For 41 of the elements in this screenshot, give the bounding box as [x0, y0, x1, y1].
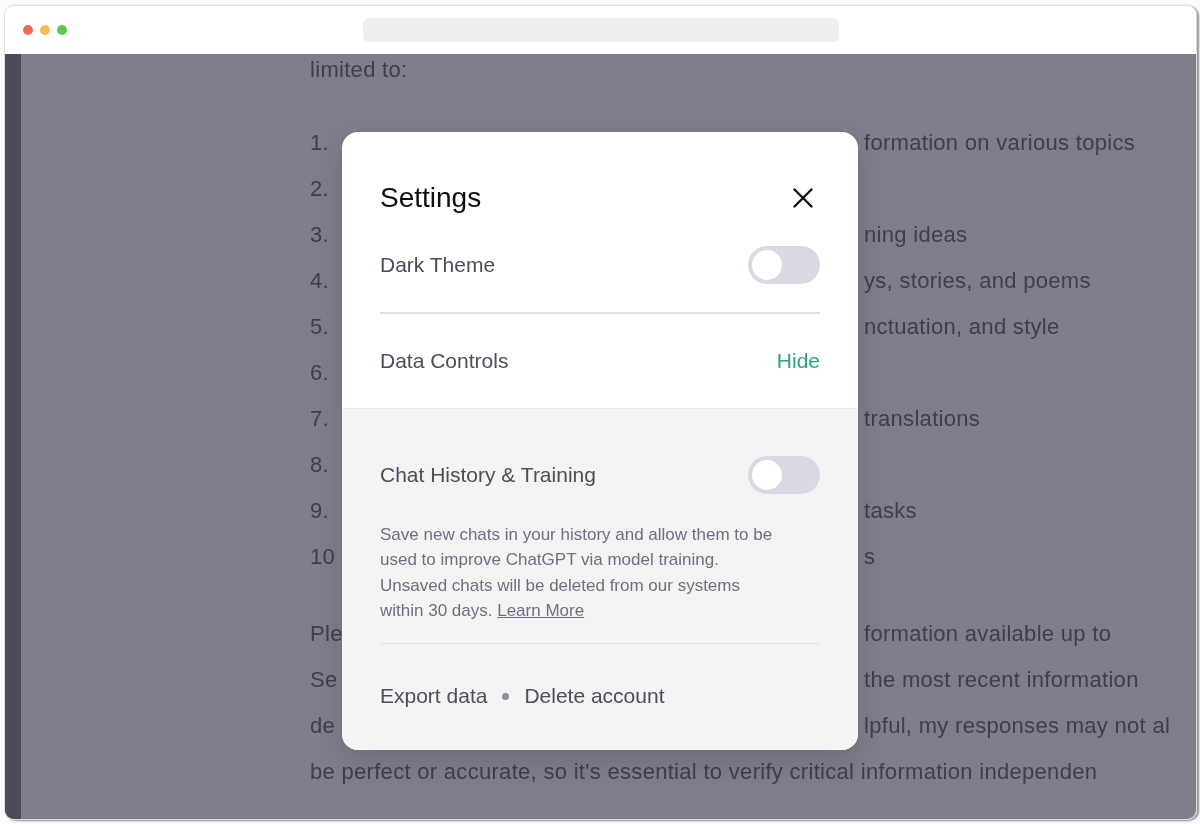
- window-control-icon[interactable]: [57, 25, 67, 35]
- toggle-switch[interactable]: [748, 246, 820, 284]
- setting-label: Data Controls: [380, 348, 509, 373]
- chat-text: ys, stories, and poems: [864, 267, 1091, 295]
- chat-text: ning ideas: [864, 221, 968, 249]
- chat-text: 3.: [310, 221, 329, 249]
- chat-text: de: [310, 712, 336, 740]
- chat-text: 9.: [310, 497, 329, 525]
- chat-text: Ple: [310, 620, 343, 648]
- toggle-switch[interactable]: [748, 455, 820, 494]
- setting-label: Dark Theme: [380, 253, 496, 277]
- close-button[interactable]: [793, 188, 813, 208]
- learn-more-link[interactable]: Learn More: [497, 601, 585, 620]
- description-text: Save new chats in your history and allow them to be used to improve ChatGPT via model training. Unsaved chats will be deleted from our systems within 30 days. Learn More: [380, 523, 774, 622]
- chat-text: 2.: [310, 175, 329, 203]
- close-icon: [793, 188, 813, 208]
- chat-text: 10: [310, 543, 336, 571]
- chat-text: 1.: [310, 129, 329, 157]
- chat-text: 5.: [310, 313, 329, 341]
- account-action-link[interactable]: Export data: [380, 684, 488, 708]
- chat-text: formation available up to: [864, 620, 1112, 648]
- account-action-link[interactable]: Delete account: [524, 684, 665, 708]
- chat-text: the most recent information: [864, 666, 1139, 694]
- chat-text: 6.: [310, 359, 329, 387]
- chat-text: s: [864, 543, 876, 571]
- chat-text: tasks: [864, 497, 917, 525]
- chat-text: nctuation, and style: [864, 313, 1060, 341]
- chat-text: 4.: [310, 267, 329, 295]
- separator-dot-icon: [502, 692, 510, 700]
- chat-text: Se: [310, 666, 338, 694]
- dialog-title: Settings: [380, 182, 482, 214]
- chat-text: limited to:: [310, 56, 408, 84]
- chat-text: 8.: [310, 451, 329, 479]
- chat-text: translations: [864, 405, 981, 433]
- setting-label: Chat History & Training: [380, 462, 596, 487]
- chat-text: be perfect or accurate, so it's essential to verify critical information independen: [310, 758, 1098, 786]
- window-control-icon[interactable]: [40, 25, 50, 35]
- chat-text: formation on various topics: [864, 129, 1135, 157]
- chat-text: 7.: [310, 405, 329, 433]
- window-control-icon[interactable]: [23, 25, 33, 35]
- chat-text: lpful, my responses may not al: [864, 712, 1171, 740]
